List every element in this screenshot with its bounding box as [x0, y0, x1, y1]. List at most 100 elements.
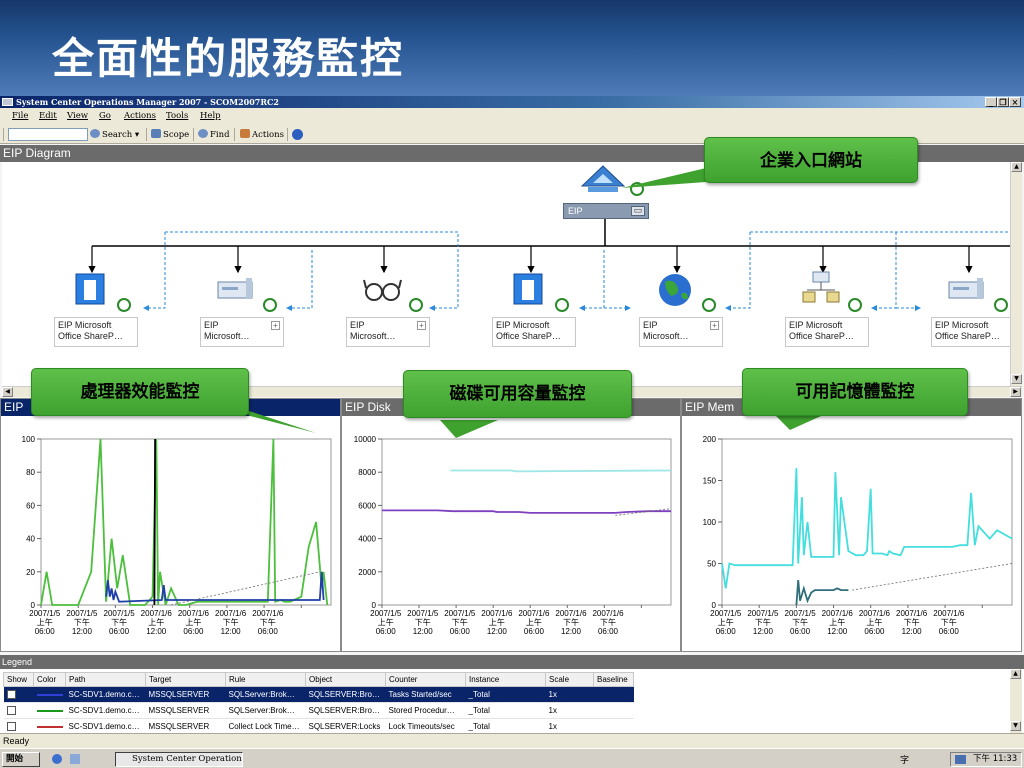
minimize-button[interactable]: _	[985, 97, 997, 107]
diagram-node[interactable]: EIP Microsoft… +	[346, 317, 430, 347]
legend-row[interactable]: SC-SDV1.demo.c… MSSQLSERVER SQLServer:Brok…	[3, 702, 634, 719]
help-button[interactable]	[292, 129, 305, 142]
column-header[interactable]: Target	[145, 672, 226, 687]
y-tick-label: 2000	[358, 568, 376, 577]
show-cell	[3, 702, 34, 719]
diagram-node[interactable]: EIP Microsoft… +	[200, 317, 284, 347]
x-tick-label: 上午	[489, 617, 505, 627]
cell-target: MSSQLSERVER	[145, 702, 226, 719]
column-header[interactable]: Path	[65, 672, 146, 687]
close-button[interactable]: ×	[1009, 97, 1021, 107]
scroll-left-icon[interactable]: ◀	[2, 387, 13, 397]
column-header[interactable]: Color	[33, 672, 66, 687]
cell-rule: SQLServer:Brok…	[225, 702, 306, 719]
x-tick-label: 2007/1/5	[747, 609, 779, 618]
root-node-eip[interactable]: EIP ▭	[563, 203, 649, 219]
x-tick-label: 2007/1/6	[592, 609, 624, 618]
start-button[interactable]: 開始	[2, 752, 40, 767]
scroll-up-icon[interactable]: ▲	[1011, 162, 1022, 172]
show-checkbox[interactable]	[6, 722, 16, 732]
column-header[interactable]: Rule	[225, 672, 306, 687]
expand-button[interactable]: +	[271, 321, 280, 330]
legend-row[interactable]: SC-SDV1.demo.c… MSSQLSERVER Collect Lock T…	[3, 718, 634, 733]
column-header[interactable]: Baseline	[593, 672, 634, 687]
ie-quicklaunch-icon[interactable]	[52, 754, 62, 764]
x-tick-label: 下午	[563, 617, 579, 627]
scroll-down-icon[interactable]: ▼	[1011, 374, 1022, 384]
column-header[interactable]: Show	[3, 672, 34, 687]
x-tick-label: 上午	[37, 617, 53, 627]
scroll-down-icon[interactable]: ▼	[1010, 721, 1021, 731]
diagram-node[interactable]: EIP Microsoft Office ShareP…	[931, 317, 1010, 347]
diagram-node[interactable]: EIP Microsoft Office ShareP…	[492, 317, 576, 347]
app-icon	[2, 98, 13, 106]
diagram-node[interactable]: EIP Microsoft Office ShareP…	[785, 317, 869, 347]
x-tick-label: 06:00	[109, 627, 130, 636]
legend-vertical-scrollbar[interactable]: ▲ ▼	[1010, 669, 1022, 733]
x-tick-label: 06:00	[450, 627, 471, 636]
menu-file[interactable]: File	[12, 111, 28, 121]
menu-edit[interactable]: Edit	[39, 111, 57, 121]
column-header[interactable]: Counter	[385, 672, 466, 687]
health-state-icon	[994, 298, 1008, 312]
cpu-chart[interactable]: 0204060801002007/1/5上午06:002007/1/5下午12:…	[1, 417, 342, 653]
desktop-quicklaunch-icon[interactable]	[70, 754, 80, 764]
memory-chart[interactable]: 0501001502002007/1/5上午06:002007/1/5下午12:…	[682, 417, 1023, 653]
scroll-up-icon[interactable]: ▲	[1010, 669, 1021, 679]
collapse-button[interactable]: ▭	[631, 206, 645, 216]
column-header[interactable]: Instance	[465, 672, 546, 687]
node-label-line1: EIP Microsoft	[496, 320, 550, 330]
node-label-line1: EIP	[643, 320, 658, 330]
taskbar: 開始 System Center Operations … 字 下午 11:33	[0, 748, 1024, 768]
plot-area: 0204060801002007/1/5上午06:002007/1/5下午12:…	[22, 435, 332, 636]
menu-go[interactable]: Go	[99, 111, 111, 121]
callout-memory: 可用記憶體監控	[742, 368, 968, 416]
search-button[interactable]: Search ▾	[90, 129, 139, 140]
expand-button[interactable]: +	[710, 321, 719, 330]
diagram-node[interactable]: EIP Microsoft Office ShareP…	[54, 317, 138, 347]
y-tick-label: 100	[22, 435, 36, 444]
x-tick-label: 06:00	[258, 627, 279, 636]
actions-button[interactable]: Actions	[240, 129, 284, 140]
legend-row[interactable]: SC-SDV1.demo.c… MSSQLSERVER SQLServer:Brok…	[3, 686, 634, 703]
cell-instance: _Total	[465, 702, 546, 719]
scroll-right-icon[interactable]: ▶	[1010, 387, 1021, 397]
show-checkbox[interactable]	[6, 706, 16, 716]
cell-baseline	[593, 702, 634, 719]
language-icon[interactable]: 字	[900, 753, 909, 766]
column-header[interactable]: Object	[305, 672, 386, 687]
y-tick-label: 10000	[354, 435, 377, 444]
cell-instance: _Total	[465, 686, 546, 703]
find-button[interactable]: Find	[198, 129, 230, 140]
x-tick-label: 2007/1/5	[444, 609, 476, 618]
x-tick-label: 2007/1/6	[896, 609, 928, 618]
menu-help[interactable]: Help	[200, 111, 221, 121]
search-input[interactable]	[8, 128, 88, 141]
menu-actions[interactable]: Actions	[124, 111, 156, 121]
health-state-icon	[702, 298, 716, 312]
taskbar-item-scom[interactable]: System Center Operations …	[115, 752, 243, 767]
cell-path: SC-SDV1.demo.c…	[65, 718, 146, 733]
expand-button[interactable]: +	[417, 321, 426, 330]
y-tick-label: 40	[26, 535, 35, 544]
network-tray-icon[interactable]	[955, 755, 966, 764]
diagram-node[interactable]: EIP Microsoft… +	[639, 317, 723, 347]
diagram-canvas[interactable]: EIP ▭ EIP Microsoft Office ShareP… EIP Micr…	[2, 162, 1010, 386]
node-label-line1: EIP Microsoft	[58, 320, 112, 330]
node-label-line2: Office ShareP…	[58, 331, 123, 341]
menu-view[interactable]: View	[67, 111, 88, 121]
diagram-vertical-scrollbar[interactable]: ▲ ▼	[1010, 162, 1022, 386]
x-tick-label: 2007/1/6	[141, 609, 173, 618]
column-header[interactable]: Scale	[545, 672, 594, 687]
app-titlebar: System Center Operations Manager 2007 - …	[0, 96, 1024, 108]
restore-button[interactable]: ❐	[997, 97, 1009, 107]
x-tick-label: 下午	[74, 617, 90, 627]
scope-button[interactable]: Scope	[151, 129, 189, 140]
menu-tools[interactable]: Tools	[166, 111, 188, 121]
show-checkbox[interactable]	[6, 690, 16, 700]
x-tick-label: 2007/1/6	[555, 609, 587, 618]
cell-target: MSSQLSERVER	[145, 686, 226, 703]
x-tick-label: 12:00	[902, 627, 923, 636]
cell-counter: Lock Timeouts/sec	[385, 718, 466, 733]
disk-chart[interactable]: 02000400060008000100002007/1/5上午06:00200…	[342, 417, 682, 653]
